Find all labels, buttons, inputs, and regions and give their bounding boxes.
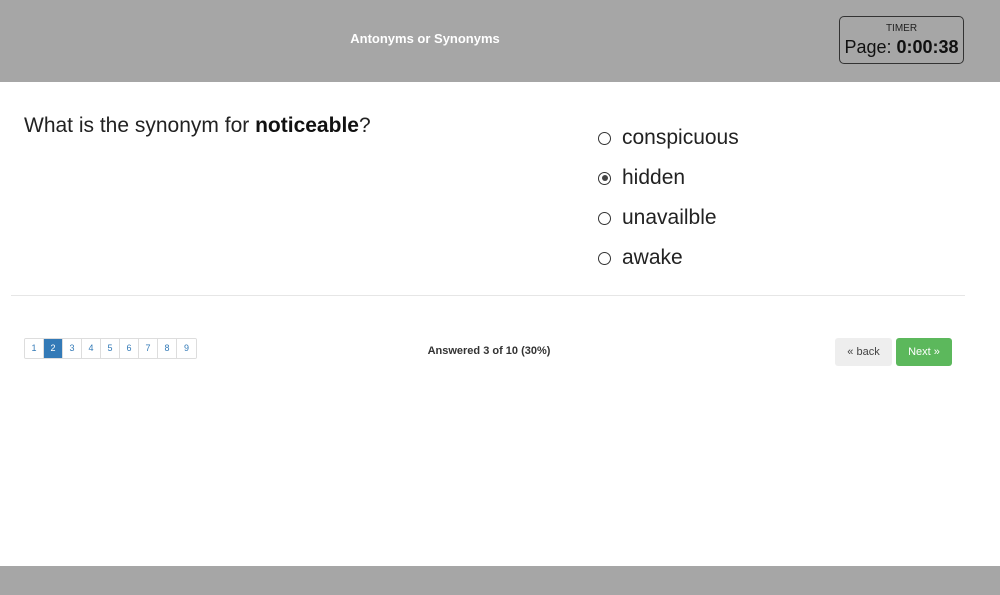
- question-prefix: What is the synonym for: [24, 114, 256, 137]
- page-link-6[interactable]: 6: [120, 339, 139, 358]
- answer-option-label[interactable]: hidden: [622, 166, 685, 190]
- answer-option[interactable]: unavailble: [598, 198, 739, 238]
- answer-options: conspicuous hidden unavailble awake: [598, 118, 739, 278]
- radio-button[interactable]: [598, 131, 611, 145]
- back-button[interactable]: « back: [835, 338, 892, 366]
- question-keyword: noticeable: [255, 114, 359, 137]
- timer-label: TIMER: [885, 23, 918, 34]
- answer-option[interactable]: awake: [598, 238, 739, 278]
- answer-option-label[interactable]: awake: [622, 246, 683, 270]
- answer-option-label[interactable]: unavailble: [622, 206, 717, 230]
- timer-display: Page: 0:00:38: [840, 37, 963, 58]
- radio-button[interactable]: [598, 251, 611, 265]
- page-link-9[interactable]: 9: [177, 339, 196, 358]
- answer-option-label[interactable]: conspicuous: [622, 126, 739, 150]
- timer-box: TIMER Page: 0:00:38: [839, 16, 964, 64]
- progress-status: Answered 3 of 10 (30%): [427, 345, 551, 357]
- header-bar: Antonyms or Synonyms TIMER Page: 0:00:38: [0, 0, 1000, 82]
- timer-prefix: Page:: [844, 37, 897, 57]
- answer-option[interactable]: conspicuous: [598, 118, 739, 158]
- page-title: Antonyms or Synonyms: [350, 31, 500, 46]
- question-suffix: ?: [358, 114, 371, 137]
- page-link-2[interactable]: 2: [44, 339, 63, 358]
- question-text: What is the synonym for noticeable?: [24, 114, 371, 138]
- footer-bar: [0, 566, 1000, 595]
- page-link-3[interactable]: 3: [63, 339, 82, 358]
- answer-option[interactable]: hidden: [598, 158, 739, 198]
- timer-value: 0:00:38: [896, 37, 959, 57]
- radio-button[interactable]: [598, 171, 611, 185]
- radio-button[interactable]: [598, 211, 611, 225]
- next-button[interactable]: Next »: [896, 338, 952, 366]
- page-link-7[interactable]: 7: [139, 339, 158, 358]
- page-link-8[interactable]: 8: [158, 339, 177, 358]
- page-link-5[interactable]: 5: [101, 339, 120, 358]
- page-link-4[interactable]: 4: [82, 339, 101, 358]
- divider: [11, 295, 965, 296]
- page-link-1[interactable]: 1: [25, 339, 44, 358]
- pagination: 1 2 3 4 5 6 7 8 9: [24, 338, 197, 359]
